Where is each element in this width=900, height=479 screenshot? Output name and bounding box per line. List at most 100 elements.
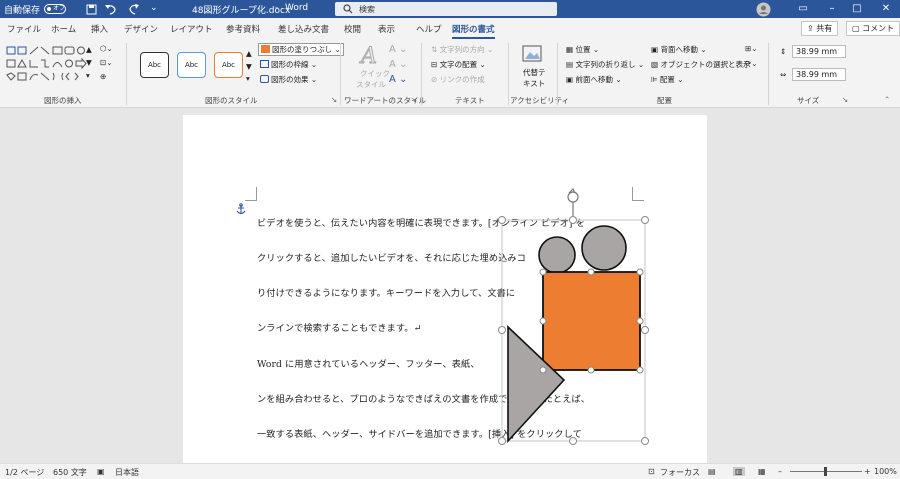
group-label-arrange: 配置 (657, 96, 672, 105)
comment-label: コメント (862, 24, 895, 33)
tab-review[interactable]: 校閲 (344, 23, 361, 35)
alt-text-label-2[interactable]: キスト (523, 78, 545, 89)
zoom-slider-thumb[interactable] (824, 467, 827, 476)
tab-layout[interactable]: レイアウト (170, 23, 213, 35)
web-layout-icon[interactable]: ▦ (758, 467, 766, 476)
tab-help[interactable]: ヘルプ (416, 23, 442, 35)
quick-style-label-2[interactable]: スタイル (356, 79, 386, 90)
page-count[interactable]: 1/2 ページ (5, 467, 44, 478)
gallery-up-icon[interactable]: ▲ (86, 45, 92, 54)
print-layout-icon[interactable]: ▥ (733, 467, 745, 476)
alt-text-icon[interactable] (521, 44, 543, 64)
app-name: Word (285, 3, 309, 13)
style-preset-black[interactable]: Abc (140, 52, 169, 78)
align-button[interactable]: ⊫ 配置 ⌄ (651, 74, 684, 85)
redo-icon[interactable] (128, 3, 140, 15)
shape-outline-button[interactable]: 図形の枠線 ⌄ (260, 59, 317, 70)
tab-references[interactable]: 参考資料 (226, 23, 260, 35)
size-launcher-icon[interactable]: ↘ (842, 95, 848, 104)
group-label-text: テキスト (455, 96, 485, 105)
large-gray-circle[interactable] (581, 225, 627, 271)
position-button[interactable]: ▦ 位置 ⌄ (566, 44, 599, 55)
send-backward-label: 背面へ移動 (660, 45, 698, 54)
shape-fill-button[interactable]: 図形の塗りつぶし ⌄ (258, 43, 344, 56)
language[interactable]: 日本語 (115, 467, 139, 478)
search-box[interactable]: 検索 (335, 2, 557, 16)
group-objects-icon[interactable]: ⊞⌄ (745, 44, 758, 53)
send-backward-button[interactable]: ▣ 背面へ移動 ⌄ (651, 44, 707, 55)
link-icon: ⊘ (431, 75, 440, 84)
tab-insert[interactable]: 挿入 (91, 23, 108, 35)
document-page[interactable]: ビデオを使うと、伝えたい内容を明確に表現できます。[オンライン ビデオ] を ク… (183, 115, 707, 467)
ribbon-display-icon[interactable]: ▭ (791, 1, 815, 17)
edit-shape-icon[interactable]: ⬡⌄ (100, 44, 113, 53)
alt-text-label-1[interactable]: 代替テ (523, 67, 546, 78)
tab-home[interactable]: ホーム (51, 23, 76, 35)
create-link-button[interactable]: ⊘ リンクの作成 (431, 74, 485, 85)
tab-mailings[interactable]: 差し込み文書 (278, 23, 329, 35)
styles-scroll-up-icon[interactable]: ▲ (246, 49, 252, 58)
collapse-ribbon-icon[interactable]: ⌃ (884, 95, 890, 104)
status-bar: 1/2 ページ 650 文字 ▣ 日本語 ⊡ フォーカス ▤ ▥ ▦ – + 1… (0, 463, 900, 479)
shape-styles-launcher-icon[interactable]: ↘ (331, 95, 337, 104)
gallery-more-icon[interactable]: ▾ (86, 71, 90, 80)
proofing-icon[interactable]: ▣ (97, 467, 105, 476)
paragraph-line: り付けできるようになります。キーワードを入力して、文書に (257, 288, 516, 299)
paint-bucket-icon (261, 45, 270, 53)
word-count[interactable]: 650 文字 (53, 467, 87, 478)
shape-height-input[interactable]: 38.99 mm (792, 45, 846, 58)
group-label-size: サイズ (797, 96, 820, 105)
svg-text:A: A (359, 44, 377, 66)
qat-customize-icon[interactable]: ⌄ (150, 3, 158, 13)
tab-file[interactable]: ファイル (7, 23, 41, 35)
focus-mode[interactable]: フォーカス (660, 467, 700, 478)
text-fill-icon[interactable]: A ⌄ (389, 44, 407, 55)
tab-view[interactable]: 表示 (378, 23, 395, 35)
autosave-toggle[interactable]: オフ (44, 4, 66, 14)
align-text-button[interactable]: ⊟ 文字の配置 ⌄ (431, 59, 486, 70)
bring-forward-button[interactable]: ▣ 前面へ移動 ⌄ (566, 74, 622, 85)
group-separator (421, 43, 422, 105)
undo-icon[interactable] (104, 3, 117, 15)
style-preset-blue[interactable]: Abc (177, 52, 206, 78)
anchor-icon (236, 203, 246, 215)
save-icon[interactable] (86, 4, 97, 15)
comment-button[interactable]: ▢ コメント (846, 21, 900, 36)
style-preset-orange[interactable]: Abc (214, 52, 243, 78)
focus-icon[interactable]: ⊡ (648, 467, 655, 476)
zoom-out-icon[interactable]: – (778, 467, 782, 476)
shape-width-input[interactable]: 38.99 mm (792, 68, 846, 81)
share-button[interactable]: ⇪ 共有 (801, 21, 839, 36)
styles-more-icon[interactable]: ▾ (246, 74, 250, 83)
styles-scroll-down-icon[interactable]: ▼ (246, 62, 252, 71)
text-box-icon[interactable]: ⊡⌄ (100, 58, 113, 67)
wrap-text-button[interactable]: ▤ 文字列の折り返し ⌄ (566, 59, 644, 70)
restore-icon[interactable]: □ (845, 1, 869, 17)
shapes-gallery[interactable] (6, 45, 94, 85)
quick-style-a-icon[interactable]: A (357, 44, 383, 66)
close-icon[interactable]: ✕ (874, 1, 898, 17)
zoom-level[interactable]: 100% (874, 467, 897, 476)
zoom-in-icon[interactable]: + (864, 467, 871, 476)
shape-group[interactable] (498, 185, 658, 467)
read-mode-icon[interactable]: ▤ (708, 467, 716, 476)
rotate-handle-icon[interactable] (567, 187, 579, 220)
account-avatar[interactable] (756, 2, 771, 17)
tab-design[interactable]: デザイン (124, 23, 158, 35)
ribbon-tabs: ファイル ホーム 挿入 デザイン レイアウト 参考資料 差し込み文書 校閲 表示… (0, 18, 900, 39)
gallery-down-icon[interactable]: ▼ (86, 58, 92, 67)
minimize-icon[interactable]: – (820, 1, 844, 17)
selection-pane-button[interactable]: ▧ オブジェクトの選択と表示 (651, 59, 750, 70)
text-effects-icon[interactable]: A ⌄ (389, 74, 407, 85)
shape-effects-button[interactable]: 図形の効果 ⌄ (260, 74, 317, 85)
text-outline-icon[interactable]: A ⌄ (389, 59, 407, 70)
merge-shapes-icon[interactable]: ⊕ (100, 72, 106, 81)
rotate-icon[interactable]: ⟳⌄ (745, 59, 758, 68)
text-direction-button[interactable]: ⇅ 文字列の方向 ⌄ (431, 44, 493, 55)
quick-style-label-1[interactable]: クイック (360, 68, 390, 79)
small-gray-circle[interactable] (538, 236, 576, 274)
wrap-text-label: 文字列の折り返し (575, 60, 636, 69)
orange-square[interactable] (542, 271, 641, 371)
tab-shape-format[interactable]: 図形の書式 (452, 23, 495, 39)
wordart-launcher-icon[interactable]: ↘ (411, 95, 417, 104)
